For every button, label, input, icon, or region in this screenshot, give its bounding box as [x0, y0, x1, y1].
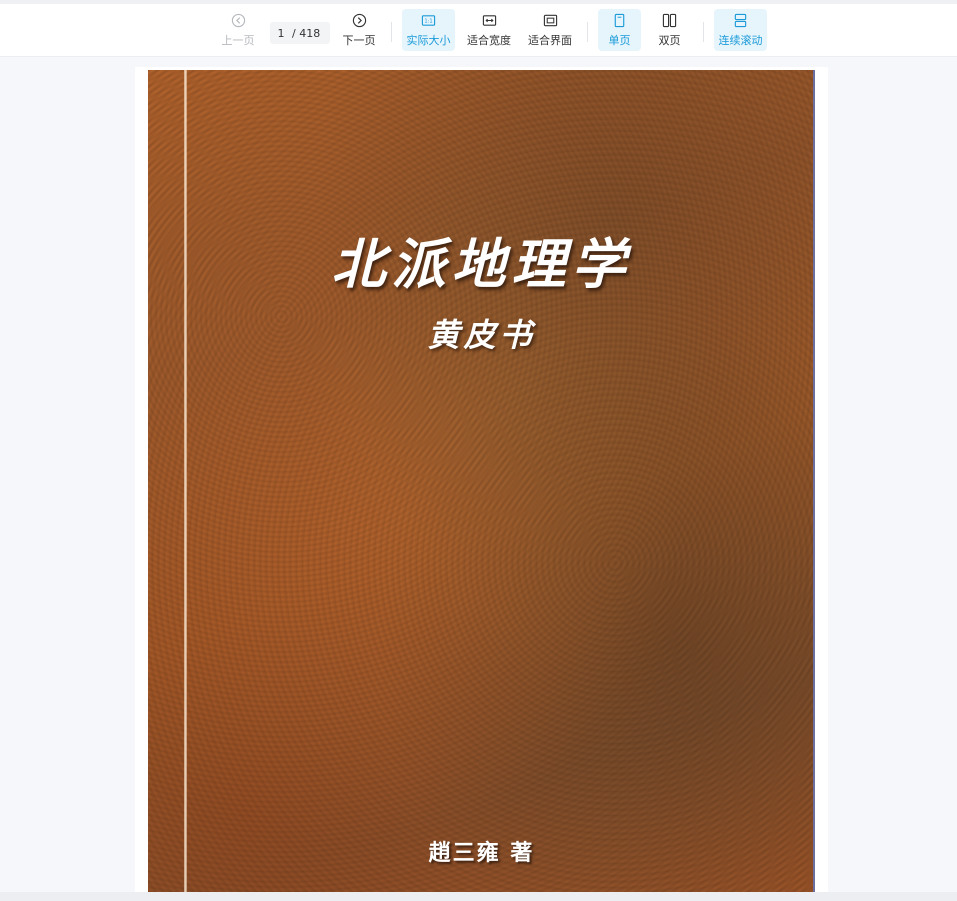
chevron-left-circle-icon [231, 13, 245, 27]
single-page-button[interactable]: 单页 [598, 9, 641, 51]
toolbar-divider [391, 22, 392, 42]
continuous-scroll-label: 连续滚动 [718, 33, 763, 47]
double-page-icon [662, 13, 677, 27]
single-page-label: 单页 [608, 33, 631, 47]
fit-width-icon [482, 14, 496, 26]
cover-spine-line [184, 70, 187, 892]
chevron-right-circle-icon [352, 13, 366, 27]
actual-size-icon: 1:1 [421, 14, 436, 26]
current-page-input[interactable] [270, 26, 292, 40]
toolbar-divider [703, 22, 704, 42]
leather-texture [148, 70, 815, 892]
document-viewport[interactable]: 北派地理学 黄皮书 趙三雍 著 [0, 57, 957, 892]
single-page-icon [614, 13, 625, 27]
prev-page-button[interactable]: 上一页 [216, 9, 260, 51]
continuous-scroll-button[interactable]: 连续滚动 [714, 9, 767, 51]
fit-width-button[interactable]: 适合宽度 [463, 9, 515, 51]
prev-page-label: 上一页 [221, 33, 255, 47]
cover-subtitle: 黄皮书 [427, 316, 536, 354]
fit-page-icon [543, 14, 557, 26]
cover-author: 趙三雍 著 [428, 840, 535, 866]
horizontal-scrollbar[interactable] [0, 892, 957, 901]
page-frame: 北派地理学 黄皮书 趙三雍 著 [135, 67, 828, 892]
next-page-button[interactable]: 下一页 [337, 9, 381, 51]
page-indicator: / 418 [270, 22, 330, 44]
double-page-button[interactable]: 双页 [648, 9, 691, 51]
continuous-scroll-icon [734, 13, 747, 27]
fit-page-button[interactable]: 适合界面 [524, 9, 576, 51]
next-page-label: 下一页 [342, 33, 376, 47]
cover-right-edge [813, 70, 815, 892]
viewer-toolbar: 上一页 / 418 下一页 1:1 实际大小 适合宽度 [0, 4, 957, 57]
book-cover-page: 北派地理学 黄皮书 趙三雍 著 [148, 70, 815, 892]
actual-size-icon-text: 1:1 [424, 18, 432, 24]
total-pages-text: / 418 [292, 26, 321, 40]
actual-size-button[interactable]: 1:1 实际大小 [402, 9, 455, 51]
fit-page-label: 适合界面 [528, 33, 572, 47]
fit-width-label: 适合宽度 [467, 33, 511, 47]
actual-size-label: 实际大小 [406, 33, 451, 47]
toolbar-divider [587, 22, 588, 42]
cover-title: 北派地理学 [331, 232, 632, 296]
double-page-label: 双页 [658, 33, 681, 47]
